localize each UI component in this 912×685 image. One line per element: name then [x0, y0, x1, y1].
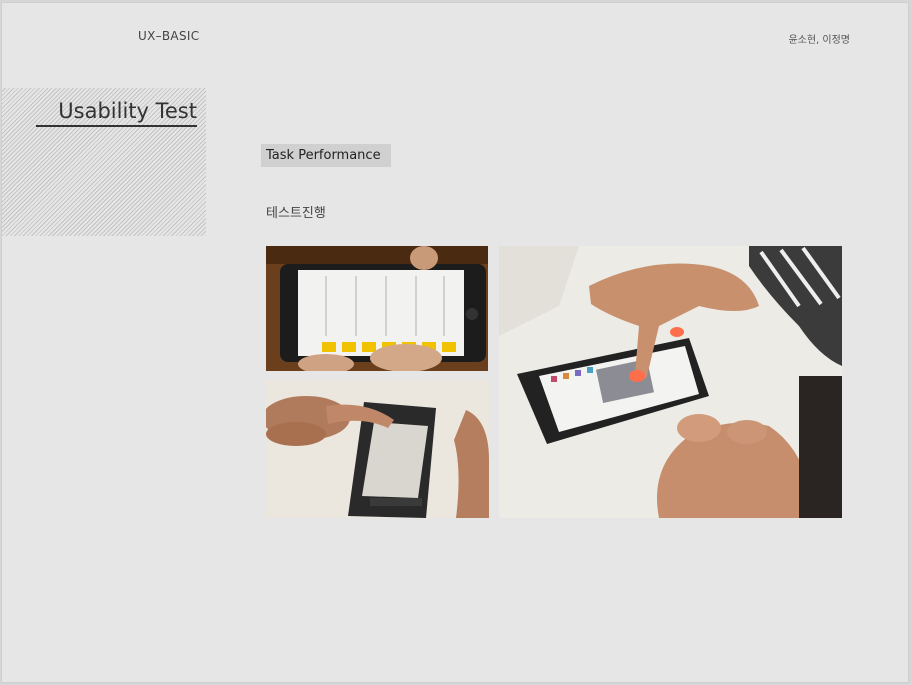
subtitle-box: Task Performance [261, 144, 391, 167]
test-progress-label: 테스트진행 [266, 206, 326, 221]
photo-finger-on-phone [499, 246, 842, 518]
section-title: Usability Test [36, 99, 197, 127]
photo-hand-tapping [266, 380, 489, 518]
photo-phone-prototype [266, 246, 488, 371]
authors-label: 윤소현, 이정명 [788, 35, 850, 46]
slide: UX–BASIC 윤소현, 이정명 Usability Test Task Pe… [1, 2, 909, 683]
brand-label: UX–BASIC [138, 29, 200, 43]
